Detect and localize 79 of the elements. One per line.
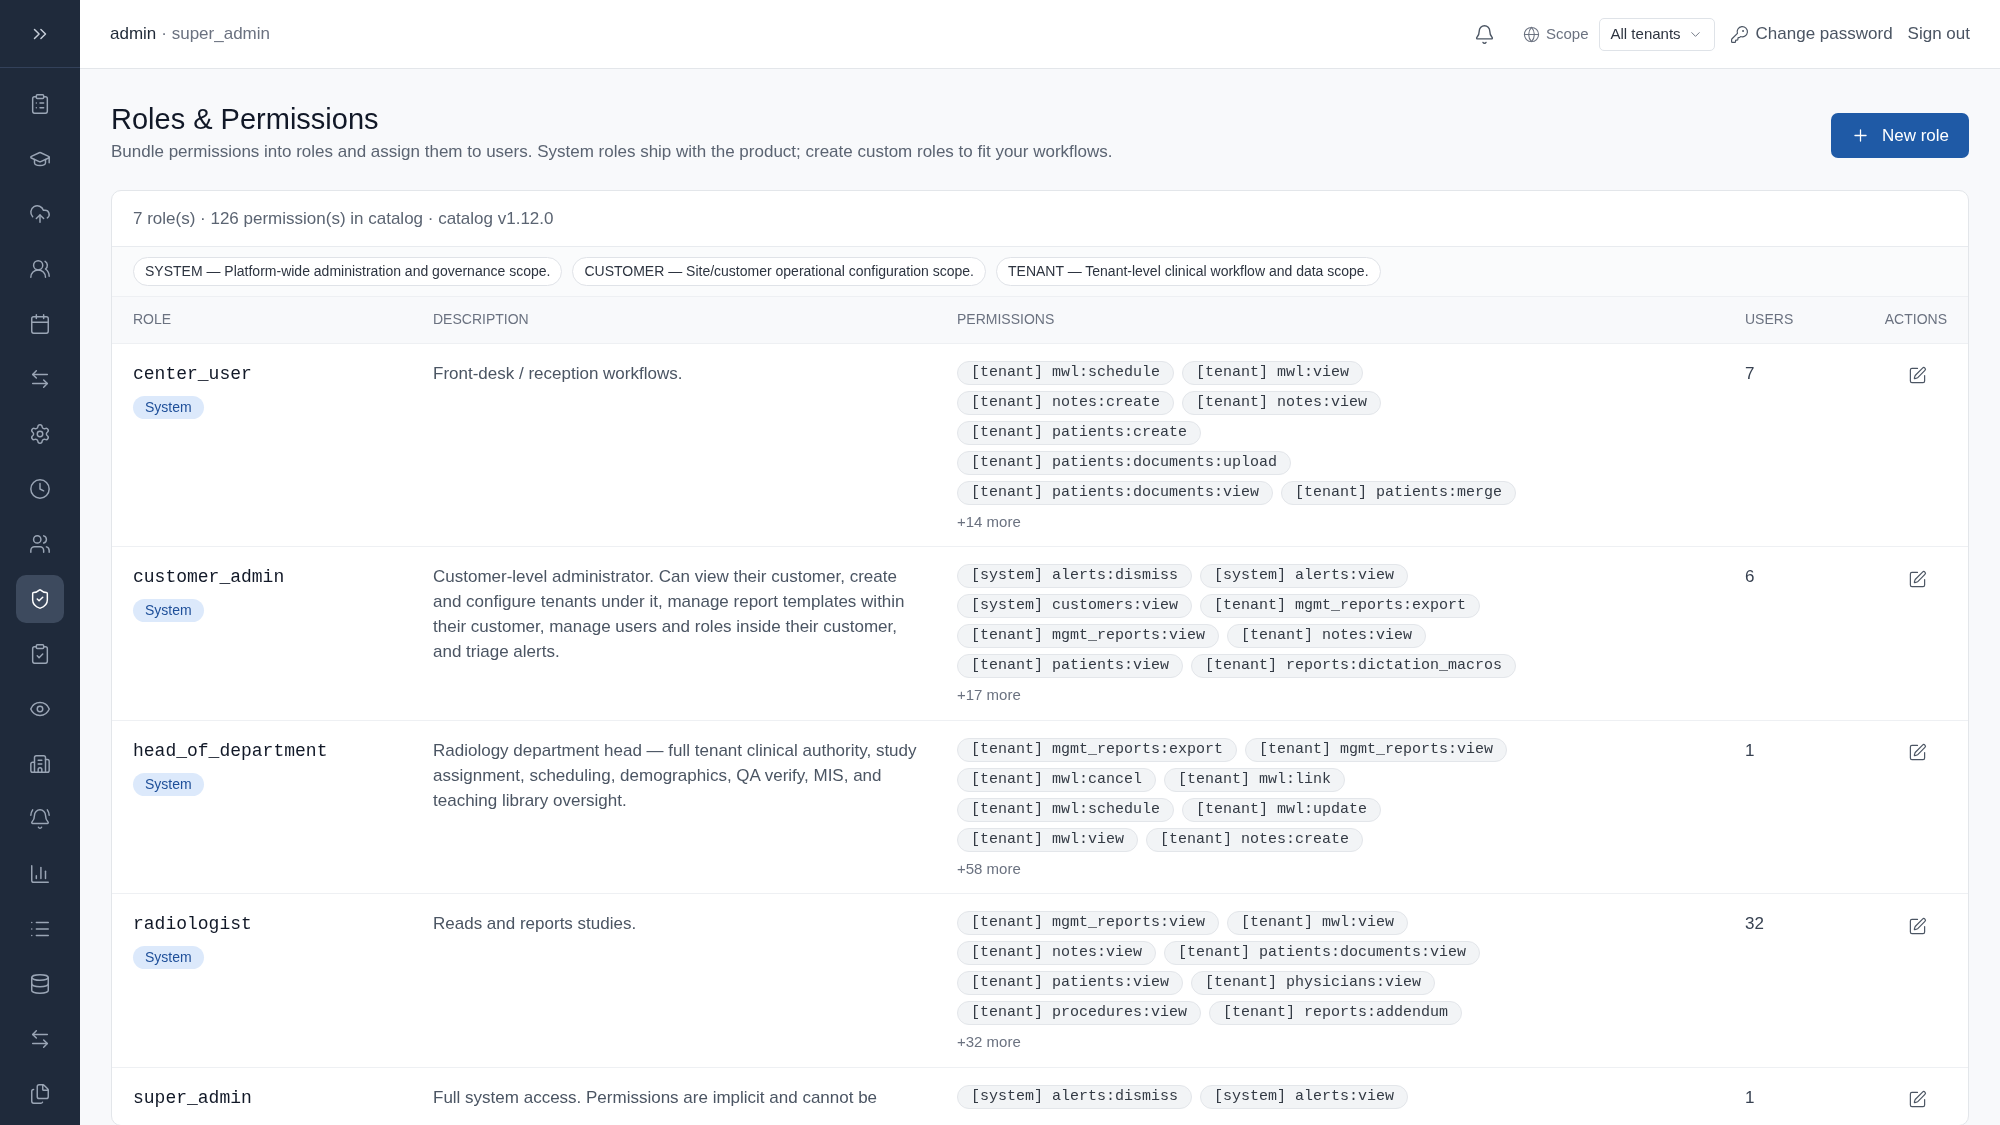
- system-badge: System: [133, 395, 204, 419]
- role-name: radiologist: [133, 913, 252, 937]
- permission-tag: [tenant] mwl:schedule: [957, 797, 1175, 822]
- permission-tag: [tenant] notes:view: [1227, 624, 1427, 649]
- permission-tag: [tenant] mwl:schedule: [957, 360, 1175, 385]
- more-count: +14 more: [957, 511, 1021, 532]
- permission-tag: [tenant] patients:merge: [1281, 480, 1517, 505]
- role-name: center_user: [133, 362, 252, 386]
- sign-out-link[interactable]: Sign out: [1907, 21, 1970, 47]
- scope-tag: SYSTEM — Platform-wide administration and governance scope.: [133, 256, 563, 286]
- permission-tag: [tenant] patients:documents:view: [957, 480, 1274, 505]
- more-count: +32 more: [957, 1032, 1021, 1053]
- permission-tag: [tenant] notes:create: [1146, 827, 1364, 852]
- permission-tag: [tenant] mgmt_reports:export: [1200, 594, 1481, 619]
- permission-tag: [tenant] mgmt_reports:view: [957, 624, 1220, 649]
- role-name: super_admin: [133, 1086, 252, 1110]
- scope-select[interactable]: All tenants: [1598, 17, 1715, 51]
- column-header: USERS: [1745, 310, 1795, 330]
- system-badge: System: [133, 772, 204, 796]
- permission-tag: [tenant] patients:documents:upload: [957, 450, 1292, 475]
- permission-tag: [tenant] mwl:update: [1182, 797, 1382, 822]
- permission-tag: [tenant] mwl:cancel: [957, 767, 1157, 792]
- permission-tag: [tenant] mgmt_reports:view: [1245, 737, 1508, 762]
- permission-tag: [tenant] mgmt_reports:view: [957, 911, 1220, 936]
- permission-tag: [tenant] physicians:view: [1191, 971, 1436, 996]
- permission-tag: [tenant] notes:view: [1182, 390, 1382, 415]
- more-count: +17 more: [957, 685, 1021, 706]
- permission-tag: [system] alerts:view: [1200, 564, 1409, 589]
- user-name: admin: [110, 23, 157, 46]
- change-password-link[interactable]: Change password: [1729, 21, 1893, 47]
- scope-label: Scope: [1546, 23, 1589, 44]
- more-count: +58 more: [957, 858, 1021, 879]
- page-title: Roles & Permissions: [111, 102, 380, 137]
- page-subtitle: Bundle permissions into roles and assign them to users. System roles ship with the product; create custom roles to fit your workflows.: [111, 141, 1113, 164]
- shield-check-icon[interactable]: [16, 575, 64, 623]
- permission-tag: [tenant] mwl:view: [1182, 360, 1364, 385]
- permission-tag: [tenant] procedures:view: [957, 1001, 1202, 1026]
- permission-tag: [system] alerts:view: [1200, 1084, 1409, 1109]
- role-description: Full system access. Permissions are implicit and cannot be: [433, 1086, 879, 1109]
- user-count: 1: [1745, 1086, 1756, 1109]
- system-badge: System: [133, 946, 204, 970]
- user-count: 32: [1745, 913, 1765, 936]
- role-description: Customer-level administrator. Can view their customer, create and configure tenants under it, manage report templates within their customer, manage users and roles inside their customer, and triage alerts.: [433, 566, 906, 664]
- permission-tag: [tenant] notes:create: [957, 390, 1175, 415]
- role-name: head_of_department: [133, 739, 328, 763]
- notifications-icon[interactable]: [1474, 23, 1495, 45]
- permission-tag: [tenant] mwl:view: [957, 827, 1139, 852]
- key-icon: [1729, 24, 1749, 44]
- permission-tag: [tenant] patients:view: [957, 654, 1184, 679]
- permission-tag: [tenant] mgmt_reports:export: [957, 737, 1238, 762]
- user-count: 6: [1745, 566, 1756, 589]
- permission-tag: [tenant] reports:dictation_macros: [1191, 654, 1517, 679]
- permission-tag: [system] alerts:dismiss: [957, 564, 1193, 589]
- role-description: Reads and reports studies.: [433, 913, 638, 936]
- permission-tag: [tenant] mwl:link: [1164, 767, 1346, 792]
- permission-tag: [tenant] patients:documents:view: [1164, 941, 1481, 966]
- new-role-button[interactable]: New role: [1830, 113, 1969, 158]
- permission-tag: [tenant] reports:addendum: [1209, 1001, 1463, 1026]
- scope-tag: CUSTOMER — Site/customer operational configuration scope.: [572, 256, 986, 286]
- column-header: DESCRIPTION: [433, 310, 530, 330]
- permission-tag: [system] alerts:dismiss: [957, 1084, 1193, 1109]
- permission-tag: [tenant] mwl:view: [1227, 911, 1409, 936]
- scope-tag: TENANT — Tenant-level clinical workflow and data scope.: [996, 256, 1381, 286]
- column-header: PERMISSIONS: [957, 310, 1056, 330]
- permission-tag: [system] customers:view: [957, 594, 1193, 619]
- role-description: Front-desk / reception workflows.: [433, 362, 684, 385]
- system-badge: System: [133, 599, 204, 623]
- permission-tag: [tenant] notes:view: [957, 941, 1157, 966]
- globe-icon: [1523, 25, 1540, 43]
- column-header: ACTIONS: [1883, 310, 1947, 330]
- catalog-summary: 7 role(s) · 126 permission(s) in catalog · catalog v1.12.0: [112, 190, 1968, 247]
- role-name: customer_admin: [133, 566, 285, 590]
- user-count: 7: [1745, 362, 1756, 385]
- user-count: 1: [1745, 739, 1756, 762]
- permission-tag: [tenant] patients:view: [957, 971, 1184, 996]
- column-header: ROLE: [133, 310, 173, 330]
- user-role: · super_admin: [161, 23, 270, 46]
- permission-tag: [tenant] patients:create: [957, 420, 1202, 445]
- role-description: Radiology department head — full tenant clinical authority, study assignment, scheduling, demographics, QA verify, MIS, and teaching library oversight.: [433, 739, 918, 812]
